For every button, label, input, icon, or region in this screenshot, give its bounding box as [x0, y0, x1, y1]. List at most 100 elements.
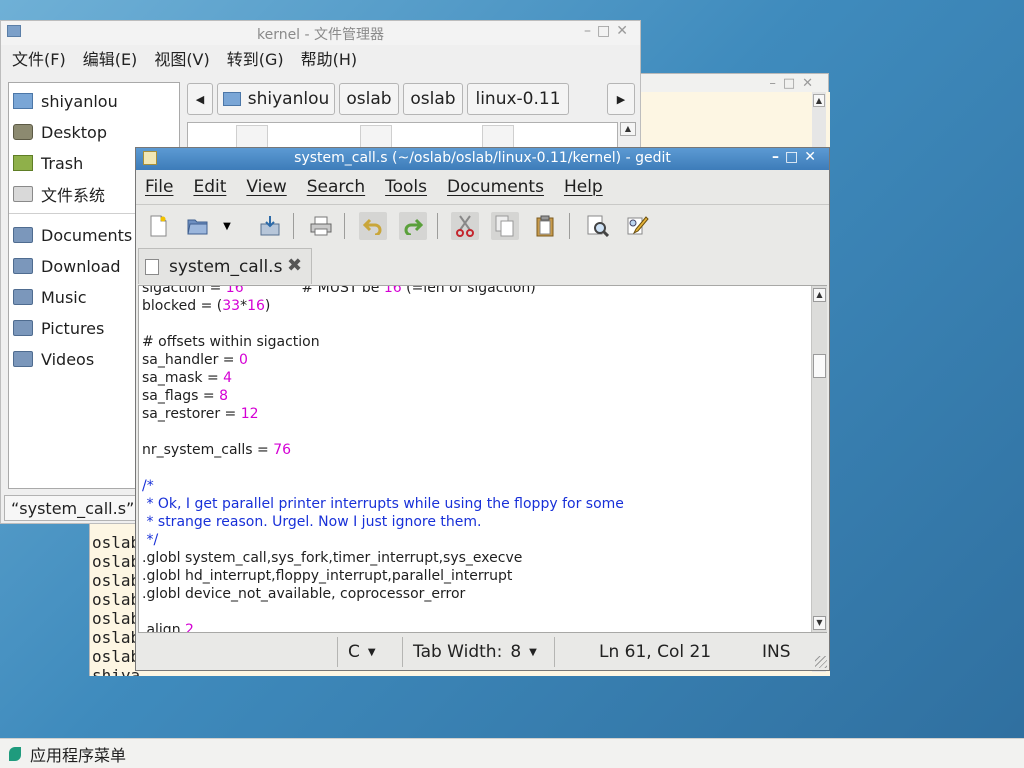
- file-manager-menubar: 文件(F) 编辑(E) 视图(V) 转到(G) 帮助(H): [1, 47, 363, 73]
- menu-tools[interactable]: Tools: [376, 177, 438, 197]
- sidebar-item-filesystem[interactable]: 文件系统: [13, 181, 105, 207]
- print-icon[interactable]: [307, 212, 335, 240]
- code-line: .align 2: [142, 622, 194, 633]
- gedit-menubar: File Edit View Search Tools Documents He…: [136, 172, 614, 202]
- trash-icon: [13, 155, 33, 171]
- code-line: .globl device_not_available, coprocessor…: [142, 586, 466, 602]
- path-back-arrow-icon[interactable]: ◀: [187, 83, 213, 115]
- menu-file[interactable]: 文件(F): [1, 47, 72, 73]
- file-manager-title: kernel - 文件管理器: [256, 27, 385, 43]
- terminal-line: oslab: [92, 571, 141, 590]
- sidebar-item-download[interactable]: Download: [13, 253, 121, 279]
- code-line: sa_flags = 8: [142, 388, 229, 404]
- save-icon[interactable]: [256, 212, 284, 240]
- paste-icon[interactable]: [531, 212, 559, 240]
- code-editor[interactable]: sigaction = 16 # MUST be 16 (=len of sig…: [138, 285, 827, 633]
- sidebar-item-videos[interactable]: Videos: [13, 346, 94, 372]
- terminal-line: oslab: [92, 533, 141, 552]
- folder-icon: [13, 351, 33, 367]
- code-line: * Ok, I get parallel printer interrupts …: [142, 496, 624, 512]
- sidebar-item-pictures[interactable]: Pictures: [13, 315, 104, 341]
- menubar-divider: [136, 204, 829, 205]
- scroll-up-arrow-icon[interactable]: ▲: [813, 288, 826, 302]
- sidebar-item-label: Videos: [41, 349, 95, 369]
- redo-icon[interactable]: [399, 212, 427, 240]
- open-folder-icon[interactable]: [184, 212, 212, 240]
- menu-edit[interactable]: 编辑(E): [72, 47, 144, 73]
- sidebar-item-music[interactable]: Music: [13, 284, 87, 310]
- menu-view[interactable]: 视图(V): [143, 47, 215, 73]
- insert-mode: INS: [762, 642, 791, 662]
- gedit-window-controls[interactable]: –□✕: [772, 149, 822, 165]
- desktop: –□✕ oslab oslab oslab oslab oslab oslab …: [0, 0, 1024, 738]
- menu-search[interactable]: Search: [298, 177, 376, 197]
- tab-system-call[interactable]: system_call.s ✖: [138, 248, 312, 284]
- toolbar-separator: [569, 213, 570, 239]
- language-value: C: [348, 642, 360, 662]
- close-tab-icon[interactable]: ✖: [287, 255, 302, 276]
- cut-icon[interactable]: [451, 212, 479, 240]
- code-line: * strange reason. Urgel. Now I just igno…: [142, 514, 482, 530]
- terminal-line: oslab: [92, 590, 141, 609]
- code-line: */: [142, 532, 159, 548]
- menu-help[interactable]: 帮助(H): [290, 47, 364, 73]
- menu-edit[interactable]: Edit: [184, 177, 237, 197]
- terminal-line: oslab: [92, 609, 141, 628]
- menu-file[interactable]: File: [136, 177, 184, 197]
- terminal-line: shiya: [92, 666, 141, 676]
- app-menu-button[interactable]: 应用程序菜单: [30, 742, 126, 766]
- sidebar-item-trash[interactable]: Trash: [13, 150, 83, 176]
- path-button-home[interactable]: shiyanlou: [217, 83, 335, 115]
- terminal-line: oslab: [92, 628, 141, 647]
- path-button-linux[interactable]: linux-0.11: [467, 83, 569, 115]
- gedit-title: system_call.s (~/oslab/oslab/linux-0.11/…: [294, 150, 671, 166]
- file-manager-window-controls[interactable]: –□✕: [584, 23, 634, 39]
- tab-width-selector[interactable]: Tab Width: 8 ▼: [402, 637, 552, 667]
- terminal-window-controls[interactable]: –□✕: [769, 76, 820, 91]
- scroll-up-arrow-icon[interactable]: ▲: [813, 94, 825, 107]
- path-button-oslab-2[interactable]: oslab: [403, 83, 463, 115]
- gedit-titlebar[interactable]: system_call.s (~/oslab/oslab/linux-0.11/…: [136, 148, 829, 170]
- search-replace-icon[interactable]: [624, 212, 652, 240]
- menu-documents[interactable]: Documents: [438, 177, 555, 197]
- code-line: sa_restorer = 12: [142, 406, 259, 422]
- code-line: .globl hd_interrupt,floppy_interrupt,par…: [142, 568, 513, 584]
- code-line: nr_system_calls = 76: [142, 442, 292, 458]
- language-selector[interactable]: C ▼: [337, 637, 399, 667]
- taskbar: 应用程序菜单: [0, 738, 1024, 768]
- app-menu-leaf-icon[interactable]: [9, 746, 21, 761]
- file-manager-titlebar[interactable]: kernel - 文件管理器 –□✕: [1, 21, 640, 45]
- sidebar-item-label: shiyanlou: [41, 91, 118, 111]
- path-button-label: shiyanlou: [247, 89, 330, 109]
- gedit-window[interactable]: system_call.s (~/oslab/oslab/linux-0.11/…: [135, 147, 830, 671]
- terminal-line: oslab: [92, 552, 141, 571]
- path-button-oslab-1[interactable]: oslab: [339, 83, 399, 115]
- code-line: .globl system_call,sys_fork,timer_interr…: [142, 550, 523, 566]
- terminal-line: oslab: [92, 647, 141, 666]
- scroll-up-arrow-icon[interactable]: ▲: [620, 122, 636, 136]
- home-folder-icon: [222, 92, 241, 106]
- menu-help[interactable]: Help: [555, 177, 614, 197]
- new-document-icon[interactable]: [144, 212, 172, 240]
- resize-grip-icon[interactable]: [815, 656, 827, 668]
- sidebar-item-desktop[interactable]: Desktop: [13, 119, 107, 145]
- sidebar-item-documents[interactable]: Documents: [13, 222, 132, 248]
- sidebar-item-label: Trash: [41, 153, 84, 173]
- editor-scrollbar[interactable]: ▲ ▼: [811, 286, 827, 632]
- copy-icon[interactable]: [491, 212, 519, 240]
- folder-icon: [13, 289, 33, 305]
- chevron-down-icon: ▼: [529, 646, 537, 658]
- open-recent-dropdown-icon[interactable]: ▼: [220, 212, 234, 240]
- sidebar-item-home[interactable]: shiyanlou: [13, 88, 118, 114]
- file-manager-status: “system_call.s”: [4, 495, 142, 521]
- menu-go[interactable]: 转到(G): [216, 47, 290, 73]
- scroll-down-arrow-icon[interactable]: ▼: [813, 616, 826, 630]
- search-icon[interactable]: [584, 212, 612, 240]
- menu-view[interactable]: View: [237, 177, 297, 197]
- undo-icon[interactable]: [359, 212, 387, 240]
- path-forward-arrow-icon[interactable]: ▶: [607, 83, 635, 115]
- sidebar-item-label: Download: [41, 256, 121, 276]
- scroll-thumb[interactable]: [813, 354, 826, 378]
